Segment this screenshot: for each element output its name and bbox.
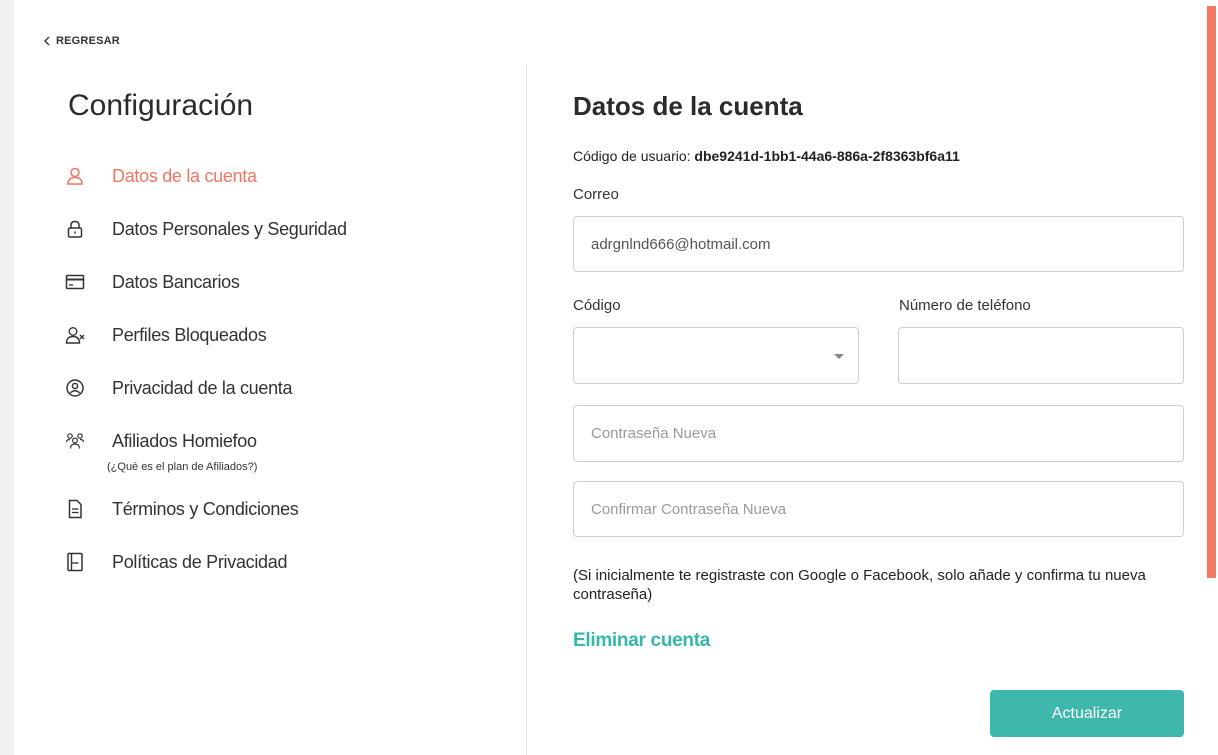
phone-label: Número de teléfono <box>899 297 1031 314</box>
sidebar-item-label: Datos Personales y Seguridad <box>112 218 347 239</box>
sidebar-item-terms[interactable]: Términos y Condiciones <box>64 498 299 520</box>
column-divider <box>526 64 527 755</box>
users-group-icon <box>64 430 86 452</box>
scrollbar-accent[interactable] <box>1207 6 1216 578</box>
password-note: (Si inicialmente te registraste con Goog… <box>573 567 1146 603</box>
user-code: Código de usuario: dbe9241d-1bb1-44a6-88… <box>573 148 960 164</box>
sidebar-item-blocked-profiles[interactable]: Perfiles Bloqueados <box>64 324 267 346</box>
document-icon <box>64 498 86 520</box>
country-code-label: Código <box>573 297 621 314</box>
user-code-value: dbe9241d-1bb1-44a6-886a-2f8363bf6a11 <box>694 148 960 164</box>
section-title: Datos de la cuenta <box>573 91 803 121</box>
sidebar-item-label: Datos Bancarios <box>112 271 240 292</box>
new-password-field[interactable] <box>573 405 1184 462</box>
lock-icon <box>64 218 86 240</box>
sidebar-item-label: Privacidad de la cuenta <box>112 377 293 398</box>
sidebar-item-label: Afiliados Homiefoo <box>112 430 257 451</box>
sidebar-item-privacy-policies[interactable]: Políticas de Privacidad <box>64 551 288 573</box>
sidebar-item-affiliates[interactable]: Afiliados Homiefoo <box>64 430 257 452</box>
back-button[interactable]: REGRESAR <box>42 35 120 47</box>
sidebar-item-account-privacy[interactable]: Privacidad de la cuenta <box>64 377 293 399</box>
email-label: Correo <box>573 186 619 203</box>
sidebar-item-label: Perfiles Bloqueados <box>112 324 267 345</box>
update-button[interactable]: Actualizar <box>990 690 1184 737</box>
email-field[interactable] <box>573 216 1184 272</box>
sidebar-item-personal-security[interactable]: Datos Personales y Seguridad <box>64 218 347 240</box>
user-icon <box>64 165 86 187</box>
page-title: Configuración <box>68 89 254 122</box>
left-edge-strip <box>0 0 14 755</box>
sidebar-item-account-data[interactable]: Datos de la cuenta <box>64 165 257 187</box>
sidebar-item-label: Políticas de Privacidad <box>112 551 288 572</box>
sidebar-item-label: Datos de la cuenta <box>112 165 257 186</box>
sidebar-item-label: Términos y Condiciones <box>112 498 299 519</box>
user-blocked-icon <box>64 324 86 346</box>
chevron-left-icon <box>44 36 50 46</box>
user-code-label: Código de usuario: <box>573 148 691 164</box>
country-code-select[interactable] <box>573 327 859 384</box>
chevron-down-icon <box>834 354 844 359</box>
policy-icon <box>64 551 86 573</box>
phone-field[interactable] <box>898 327 1184 384</box>
sidebar-item-bank-data[interactable]: Datos Bancarios <box>64 271 240 293</box>
confirm-password-field[interactable] <box>573 481 1184 537</box>
credit-card-icon <box>64 271 86 293</box>
back-label: REGRESAR <box>56 35 120 47</box>
delete-account-link[interactable]: Eliminar cuenta <box>573 630 710 652</box>
user-circle-icon <box>64 377 86 399</box>
affiliates-plan-link[interactable]: (¿Qué es el plan de Afiliados?) <box>107 461 257 473</box>
